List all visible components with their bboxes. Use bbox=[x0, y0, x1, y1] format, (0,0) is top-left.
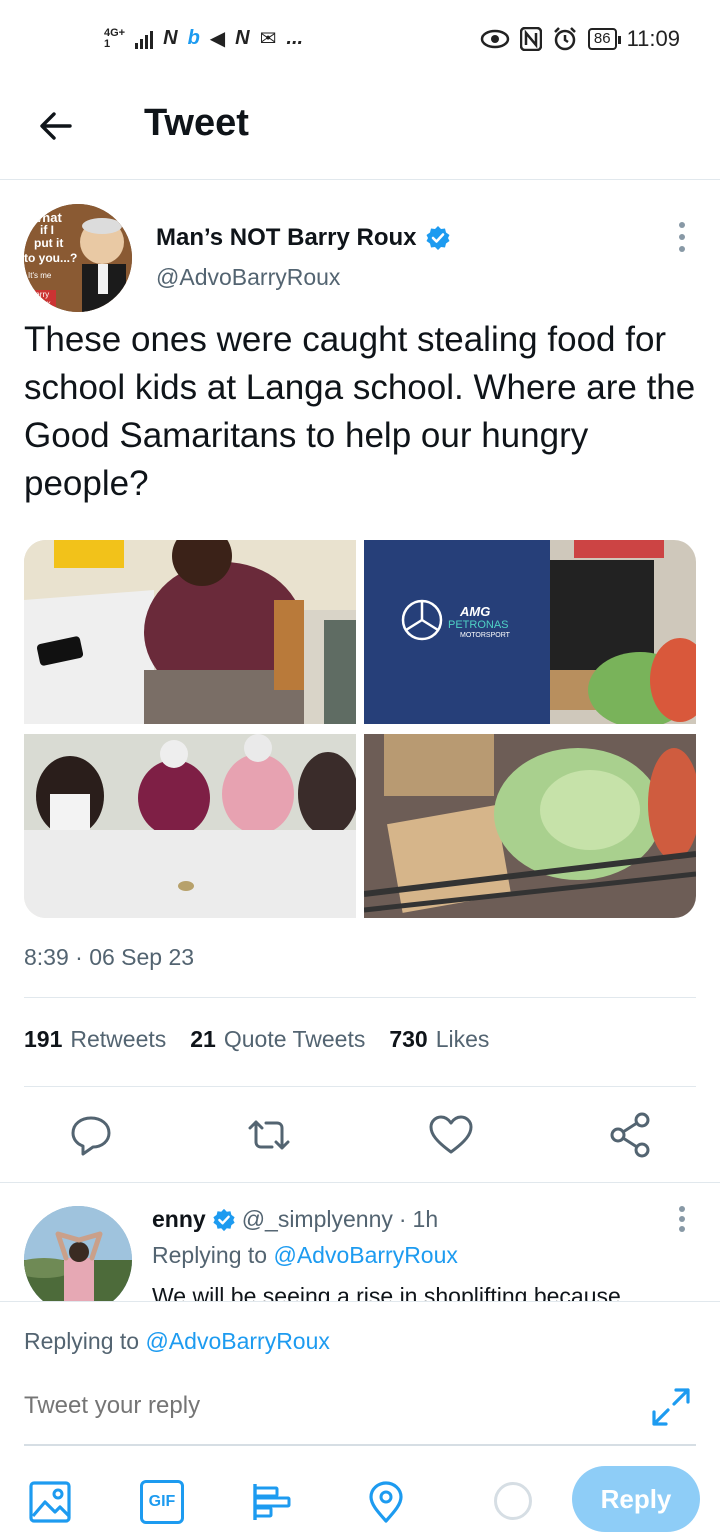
avatar-caption: to you...? bbox=[24, 251, 77, 265]
compose-underline bbox=[24, 1444, 696, 1446]
share-icon[interactable] bbox=[606, 1110, 656, 1160]
alarm-icon bbox=[554, 27, 576, 51]
compose-replying-to: Replying to @AdvoBarryRoux bbox=[24, 1328, 330, 1355]
page-title: Tweet bbox=[144, 102, 249, 144]
avatar-caption: Roux bbox=[32, 299, 51, 308]
reply-avatar[interactable] bbox=[24, 1206, 132, 1314]
tweet-media-grid: AMG PETRONAS MOTORSPORT bbox=[24, 540, 696, 918]
avatar-caption: Barry bbox=[30, 290, 49, 299]
likes-label: Likes bbox=[435, 1026, 490, 1052]
reply-replying-to: Replying to @AdvoBarryRoux bbox=[152, 1242, 458, 1269]
more-vertical-icon[interactable] bbox=[676, 222, 688, 252]
nfc-icon bbox=[519, 27, 542, 51]
expand-icon[interactable] bbox=[650, 1386, 692, 1428]
reply-author-name[interactable]: enny bbox=[152, 1206, 206, 1233]
heart-icon[interactable] bbox=[426, 1110, 476, 1160]
reply-header: enny @_simplyenny · 1h bbox=[152, 1206, 438, 1233]
tweet-actions bbox=[0, 1110, 720, 1160]
reply-avatar-image bbox=[24, 1206, 132, 1314]
clock: 11:09 bbox=[626, 26, 680, 51]
mail-icon: ✉ bbox=[259, 28, 277, 50]
avatar[interactable]: What if I put it to you...? It's me Barr… bbox=[24, 204, 132, 312]
reply-input[interactable] bbox=[24, 1392, 584, 1420]
reply-text: We will be seeing a rise in shoplifting … bbox=[152, 1283, 621, 1302]
app-header: Tweet bbox=[0, 84, 720, 180]
tweet-stats: 191 Retweets 21 Quote Tweets 730 Likes bbox=[24, 1026, 489, 1053]
network-indicator: 4G+ 1 bbox=[104, 26, 126, 50]
network-sub: 1 bbox=[104, 37, 111, 50]
shirt-team-text: MOTORSPORT bbox=[460, 632, 511, 639]
more-notifications-icon: ... bbox=[286, 27, 304, 49]
avatar-caption: It's me bbox=[28, 271, 52, 280]
likes-count: 730 bbox=[389, 1026, 428, 1052]
compose-replying-prefix: Replying to bbox=[24, 1328, 140, 1354]
tweet-photo-3[interactable] bbox=[24, 734, 356, 918]
compose-replying-handle[interactable]: @AdvoBarryRoux bbox=[145, 1328, 329, 1354]
network-type: 4G+ bbox=[104, 26, 126, 39]
verified-badge-icon bbox=[426, 226, 449, 250]
signal-icon bbox=[135, 29, 154, 49]
character-counter-ring bbox=[494, 1482, 532, 1520]
reply-author-handle[interactable]: @_simplyenny bbox=[242, 1206, 393, 1233]
image-icon[interactable] bbox=[28, 1480, 72, 1524]
notification-icon: N bbox=[163, 27, 178, 49]
reply-age: 1h bbox=[412, 1206, 439, 1232]
quote-count: 21 bbox=[190, 1026, 216, 1052]
retweet-icon[interactable] bbox=[244, 1110, 294, 1160]
shirt-brand-text: AMG bbox=[459, 604, 490, 619]
tweet-photo-1[interactable] bbox=[24, 540, 356, 724]
reply-composer: Replying to @AdvoBarryRoux GIF Reply bbox=[0, 1301, 720, 1540]
battery-indicator: 86 bbox=[587, 28, 621, 50]
divider bbox=[24, 1086, 696, 1087]
tweet-text: These ones were caught stealing food for… bbox=[24, 320, 696, 503]
divider bbox=[24, 997, 696, 998]
replying-prefix: Replying to bbox=[152, 1242, 268, 1268]
eye-icon bbox=[480, 29, 510, 49]
likes-stat[interactable]: 730 Likes bbox=[389, 1026, 489, 1053]
retweets-label: Retweets bbox=[70, 1026, 167, 1052]
reply-button[interactable]: Reply bbox=[572, 1466, 700, 1532]
status-bar: 4G+ 1 N b ◀ N ✉ ... 86 11:09 bbox=[0, 0, 720, 84]
avatar-caption: if I bbox=[40, 223, 54, 237]
notification-icon: ◀ bbox=[209, 28, 226, 50]
tweet-photo-4[interactable] bbox=[364, 734, 696, 918]
comment-icon[interactable] bbox=[66, 1110, 116, 1160]
tweet-photo-2[interactable]: AMG PETRONAS MOTORSPORT bbox=[364, 540, 696, 724]
quote-label: Quote Tweets bbox=[223, 1026, 366, 1052]
more-vertical-icon[interactable] bbox=[676, 1206, 688, 1232]
author-name[interactable]: Man’s NOT Barry Roux bbox=[156, 224, 451, 252]
notification-icon: N bbox=[235, 27, 250, 49]
notification-icon: b bbox=[187, 27, 200, 49]
location-icon[interactable] bbox=[364, 1480, 408, 1524]
separator-dot: · bbox=[398, 1206, 407, 1232]
status-right: 86 11:09 bbox=[480, 26, 680, 52]
retweets-count: 191 bbox=[24, 1026, 63, 1052]
avatar-image: What if I put it to you...? It's me Barr… bbox=[24, 204, 132, 312]
tweet-timestamp: 8:39 · 06 Sep 23 bbox=[24, 944, 195, 970]
avatar-caption: put it bbox=[34, 236, 63, 250]
section-divider bbox=[0, 1182, 720, 1183]
gif-icon[interactable]: GIF bbox=[140, 1480, 184, 1524]
replying-handle-link[interactable]: @AdvoBarryRoux bbox=[273, 1242, 457, 1268]
arrow-left-icon[interactable] bbox=[36, 106, 76, 146]
quote-tweets-stat[interactable]: 21 Quote Tweets bbox=[190, 1026, 365, 1053]
author-name-text: Man’s NOT Barry Roux bbox=[156, 224, 417, 251]
verified-badge-icon bbox=[213, 1208, 235, 1231]
poll-icon[interactable] bbox=[250, 1480, 294, 1524]
status-left: 4G+ 1 N b ◀ N ✉ ... bbox=[104, 26, 303, 51]
author-handle[interactable]: @AdvoBarryRoux bbox=[156, 264, 340, 291]
shirt-sponsor-text: PETRONAS bbox=[448, 619, 509, 631]
retweets-stat[interactable]: 191 Retweets bbox=[24, 1026, 166, 1053]
